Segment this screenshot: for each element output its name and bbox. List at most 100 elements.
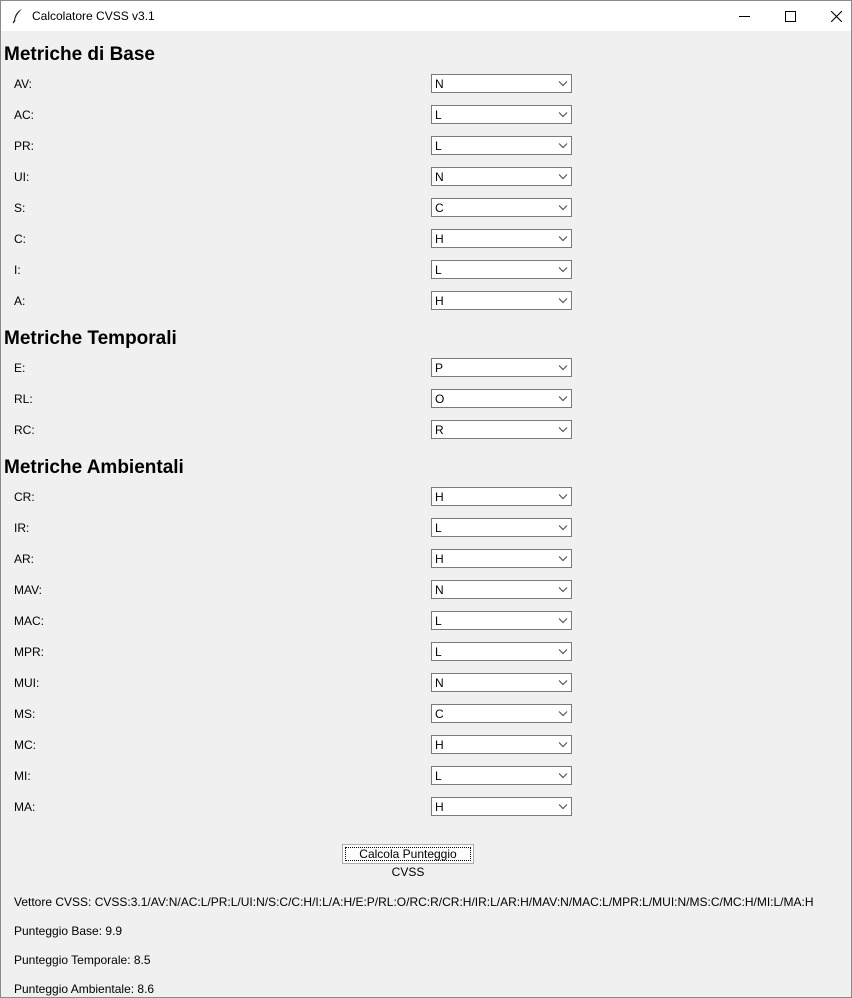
label-ar: AR:: [14, 552, 35, 566]
label-c: C:: [14, 232, 26, 246]
select-value: C: [435, 707, 444, 721]
select-value: R: [435, 423, 444, 437]
select-mui[interactable]: N: [431, 673, 572, 692]
chevron-down-icon[interactable]: [558, 80, 568, 87]
maximize-button[interactable]: [767, 1, 813, 31]
select-value: H: [435, 490, 444, 504]
label-mui: MUI:: [14, 676, 40, 690]
title-bar[interactable]: Calcolatore CVSS v3.1: [1, 1, 851, 31]
calculate-button[interactable]: Calcola Punteggio CVSS: [342, 844, 474, 879]
chevron-down-icon[interactable]: [558, 493, 568, 500]
base-score-result: Punteggio Base: 9.9: [14, 924, 123, 938]
select-value: N: [435, 676, 444, 690]
label-av: AV:: [14, 77, 33, 91]
select-mi[interactable]: L: [431, 766, 572, 785]
select-cr[interactable]: H: [431, 487, 572, 506]
maximize-icon: [784, 10, 796, 22]
select-ar[interactable]: H: [431, 549, 572, 568]
chevron-down-icon[interactable]: [558, 426, 568, 433]
select-rl[interactable]: O: [431, 389, 572, 408]
close-icon: [830, 10, 842, 22]
label-mpr: MPR:: [14, 645, 44, 659]
label-mac: MAC:: [14, 614, 44, 628]
select-mpr[interactable]: L: [431, 642, 572, 661]
select-s[interactable]: C: [431, 198, 572, 217]
label-ac: AC:: [14, 108, 35, 122]
select-value: H: [435, 552, 444, 566]
select-value: L: [435, 108, 442, 122]
label-ms: MS:: [14, 707, 36, 721]
label-mav: MAV:: [14, 583, 43, 597]
label-cr: CR:: [14, 490, 35, 504]
chevron-down-icon[interactable]: [558, 710, 568, 717]
chevron-down-icon[interactable]: [558, 204, 568, 211]
chevron-down-icon[interactable]: [558, 173, 568, 180]
select-c[interactable]: H: [431, 229, 572, 248]
select-i[interactable]: L: [431, 260, 572, 279]
chevron-down-icon[interactable]: [558, 142, 568, 149]
section-heading-temporal: Metriche Temporali: [4, 328, 177, 349]
label-ma: MA:: [14, 800, 36, 814]
calculate-button-label: Calcola Punteggio CVSS: [359, 847, 457, 879]
chevron-down-icon[interactable]: [558, 555, 568, 562]
select-mc[interactable]: H: [431, 735, 572, 754]
select-rc[interactable]: R: [431, 420, 572, 439]
select-mav[interactable]: N: [431, 580, 572, 599]
close-button[interactable]: [813, 1, 852, 31]
select-mac[interactable]: L: [431, 611, 572, 630]
label-pr: PR:: [14, 139, 35, 153]
chevron-down-icon[interactable]: [558, 772, 568, 779]
select-ir[interactable]: L: [431, 518, 572, 537]
select-value: N: [435, 583, 444, 597]
select-ac[interactable]: L: [431, 105, 572, 124]
chevron-down-icon[interactable]: [558, 586, 568, 593]
section-heading-environmental: Metriche Ambientali: [4, 457, 184, 478]
select-ui[interactable]: N: [431, 167, 572, 186]
select-ms[interactable]: C: [431, 704, 572, 723]
chevron-down-icon[interactable]: [558, 741, 568, 748]
select-a[interactable]: H: [431, 291, 572, 310]
label-s: S:: [14, 201, 26, 215]
app-window: Calcolatore CVSS v3.1 Metriche di Base AV…: [0, 0, 852, 998]
select-av[interactable]: N: [431, 74, 572, 93]
vector-result: Vettore CVSS: CVSS:3.1/AV:N/AC:L/PR:L/UI…: [14, 895, 814, 909]
chevron-down-icon[interactable]: [558, 297, 568, 304]
label-mc: MC:: [14, 738, 36, 752]
window-title: Calcolatore CVSS v3.1: [32, 9, 155, 23]
section-heading-base: Metriche di Base: [4, 44, 155, 65]
chevron-down-icon[interactable]: [558, 524, 568, 531]
label-mi: MI:: [14, 769, 31, 783]
select-value: L: [435, 263, 442, 277]
select-value: H: [435, 738, 444, 752]
temporal-score-result: Punteggio Temporale: 8.5: [14, 953, 151, 967]
chevron-down-icon[interactable]: [558, 111, 568, 118]
chevron-down-icon[interactable]: [558, 679, 568, 686]
chevron-down-icon[interactable]: [558, 395, 568, 402]
select-value: L: [435, 769, 442, 783]
label-rl: RL:: [14, 392, 33, 406]
chevron-down-icon[interactable]: [558, 235, 568, 242]
chevron-down-icon[interactable]: [558, 266, 568, 273]
select-value: C: [435, 201, 444, 215]
select-value: H: [435, 232, 444, 246]
label-e: E:: [14, 361, 26, 375]
select-e[interactable]: P: [431, 358, 572, 377]
chevron-down-icon[interactable]: [558, 617, 568, 624]
select-value: N: [435, 77, 444, 91]
select-ma[interactable]: H: [431, 797, 572, 816]
label-a: A:: [14, 294, 26, 308]
chevron-down-icon[interactable]: [558, 364, 568, 371]
select-value: N: [435, 170, 444, 184]
select-pr[interactable]: L: [431, 136, 572, 155]
minimize-button[interactable]: [721, 1, 767, 31]
select-value: L: [435, 614, 442, 628]
minimize-icon: [738, 15, 750, 17]
select-value: L: [435, 139, 442, 153]
select-value: P: [435, 361, 444, 375]
label-i: I:: [14, 263, 21, 277]
select-value: L: [435, 645, 442, 659]
environmental-score-result: Punteggio Ambientale: 8.6: [14, 982, 155, 996]
chevron-down-icon[interactable]: [558, 648, 568, 655]
chevron-down-icon[interactable]: [558, 803, 568, 810]
select-value: O: [435, 392, 445, 406]
